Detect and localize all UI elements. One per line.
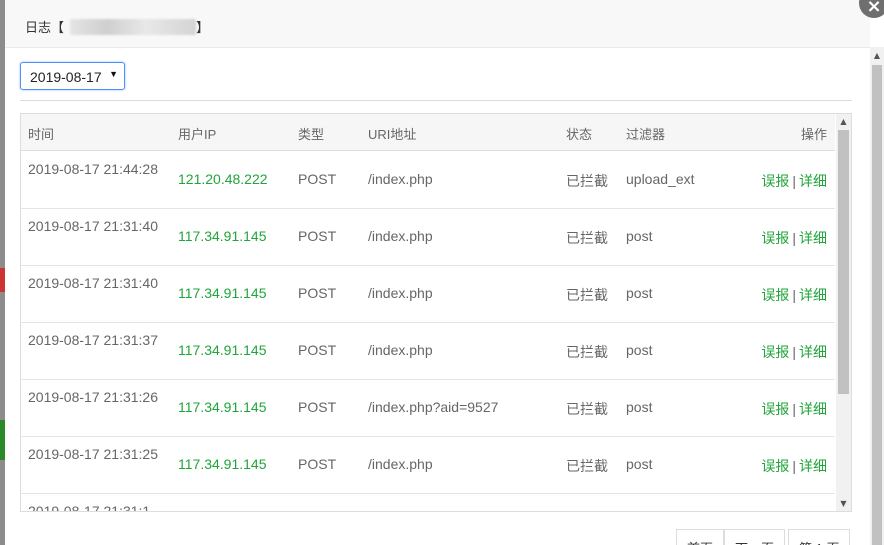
scrollbar-thumb[interactable] bbox=[838, 130, 849, 394]
detail-link[interactable]: 详细 bbox=[799, 344, 827, 360]
detail-link[interactable]: 详细 bbox=[799, 173, 827, 189]
caret-down-icon: ▼ bbox=[109, 69, 118, 79]
cell-status: 已拦截 bbox=[566, 401, 608, 417]
detail-link[interactable]: 详细 bbox=[799, 230, 827, 246]
cell-filter: post bbox=[626, 228, 653, 244]
cell-time: 2019-08-17 21:31:37 bbox=[28, 332, 158, 348]
cell-ip: 121.20.48.222 bbox=[178, 171, 268, 187]
report-false-positive-link[interactable]: 误报 bbox=[761, 344, 789, 360]
report-false-positive-link[interactable]: 误报 bbox=[761, 173, 789, 189]
cell-time: 2019-08-17 21:31:26 bbox=[28, 389, 158, 405]
cell-time: 2019-08-17 21:31:40 bbox=[28, 275, 158, 291]
header-type: 类型 bbox=[298, 127, 325, 142]
table-row: 2019-08-17 21:31:26 117.34.91.145 POST /… bbox=[21, 379, 835, 437]
cell-filter: upload_ext bbox=[626, 171, 695, 187]
cell-time: 2019-08-17 21:44:28 bbox=[28, 161, 158, 177]
cell-ops: 误报 | 详细 bbox=[761, 173, 827, 189]
report-false-positive-link[interactable]: 误报 bbox=[761, 458, 789, 474]
table-header: 时间 用户IP 类型 URI地址 状态 过滤器 操作 bbox=[21, 114, 835, 151]
cell-type: POST bbox=[298, 171, 337, 187]
cell-type: POST bbox=[298, 285, 337, 301]
cell-type: POST bbox=[298, 228, 337, 244]
header-filter: 过滤器 bbox=[626, 127, 666, 142]
cell-status: 已拦截 bbox=[566, 287, 608, 303]
cell-ip: 117.34.91.145 bbox=[178, 228, 267, 244]
table-row: 2019-08-17 21:31:37 117.34.91.145 POST /… bbox=[21, 322, 835, 380]
cell-uri: /index.php bbox=[368, 285, 433, 301]
cell-uri: /index.php bbox=[368, 228, 433, 244]
cell-time: 2019-08-17 21:31:1 bbox=[28, 503, 151, 512]
cell-type: POST bbox=[298, 456, 337, 472]
cell-ops: 误报 | 详细 bbox=[761, 344, 827, 360]
modal-title-end: 】 bbox=[196, 20, 210, 35]
log-table: 时间 用户IP 类型 URI地址 状态 过滤器 操作 2019-08-17 21… bbox=[20, 113, 852, 512]
cell-type: POST bbox=[298, 342, 337, 358]
report-false-positive-link[interactable]: 误报 bbox=[761, 401, 789, 417]
cell-ip: 117.34.91.145 bbox=[178, 399, 267, 415]
report-false-positive-link[interactable]: 误报 bbox=[761, 230, 789, 246]
modal-header: 日志【 】 bbox=[5, 0, 870, 48]
scrollbar-thumb[interactable] bbox=[872, 65, 882, 545]
cell-status: 已拦截 bbox=[566, 230, 608, 246]
table-row: 2019-08-17 21:44:28 121.20.48.222 POST /… bbox=[21, 151, 835, 209]
table-row: 2019-08-17 21:31:1 bbox=[21, 493, 835, 512]
cell-filter: post bbox=[626, 285, 653, 301]
cell-filter: post bbox=[626, 342, 653, 358]
cell-uri: /index.php bbox=[368, 342, 433, 358]
modal-title: 日志【 】 bbox=[25, 17, 209, 36]
cell-ops: 误报 | 详细 bbox=[761, 230, 827, 246]
divider bbox=[20, 100, 852, 101]
cell-time: 2019-08-17 21:31:40 bbox=[28, 218, 158, 234]
cell-ip: 117.34.91.145 bbox=[178, 285, 267, 301]
cell-uri: /index.php bbox=[368, 171, 433, 187]
cell-ops: 误报 | 详细 bbox=[761, 287, 827, 303]
cell-filter: post bbox=[626, 456, 653, 472]
detail-link[interactable]: 详细 bbox=[799, 401, 827, 417]
detail-link[interactable]: 详细 bbox=[799, 287, 827, 303]
modal-title-text: 日志【 bbox=[25, 20, 65, 35]
cell-uri: /index.php?aid=9527 bbox=[368, 399, 499, 415]
header-status: 状态 bbox=[566, 127, 593, 142]
scroll-down-icon[interactable]: ▼ bbox=[836, 496, 851, 511]
cell-ops: 误报 | 详细 bbox=[761, 458, 827, 474]
scroll-up-icon[interactable]: ▲ bbox=[870, 51, 884, 60]
log-modal: 日志【 】 2019-08-17 ▼ 时间 用户IP 类型 URI地址 状态 过滤… bbox=[5, 0, 870, 545]
modal-scrollbar[interactable]: ▲ bbox=[870, 47, 884, 545]
blurred-site-name bbox=[70, 19, 197, 35]
cell-status: 已拦截 bbox=[566, 458, 608, 474]
pager-next[interactable]: 下一页 bbox=[724, 529, 786, 545]
table-scrollbar[interactable]: ▲ ▼ bbox=[836, 114, 851, 511]
detail-link[interactable]: 详细 bbox=[799, 458, 827, 474]
cell-status: 已拦截 bbox=[566, 344, 608, 360]
table-row: 2019-08-17 21:31:25 117.34.91.145 POST /… bbox=[21, 436, 835, 494]
header-ip: 用户IP bbox=[178, 127, 217, 142]
cell-ops: 误报 | 详细 bbox=[761, 401, 827, 417]
table-row: 2019-08-17 21:31:40 117.34.91.145 POST /… bbox=[21, 265, 835, 323]
cell-ip: 117.34.91.145 bbox=[178, 342, 267, 358]
scroll-up-icon[interactable]: ▲ bbox=[836, 114, 851, 129]
report-false-positive-link[interactable]: 误报 bbox=[761, 287, 789, 303]
cell-uri: /index.php bbox=[368, 456, 433, 472]
pager-first[interactable]: 首页 bbox=[676, 529, 725, 545]
cell-time: 2019-08-17 21:31:25 bbox=[28, 446, 158, 462]
header-time: 时间 bbox=[28, 127, 55, 142]
cell-status: 已拦截 bbox=[566, 173, 608, 189]
date-select[interactable]: 2019-08-17 ▼ bbox=[20, 62, 125, 90]
pager-current: 第 1 页 bbox=[788, 529, 851, 545]
table-row: 2019-08-17 21:31:40 117.34.91.145 POST /… bbox=[21, 208, 835, 266]
cell-ip: 117.34.91.145 bbox=[178, 456, 267, 472]
cell-filter: post bbox=[626, 399, 653, 415]
date-select-value: 2019-08-17 bbox=[30, 69, 102, 85]
header-uri: URI地址 bbox=[368, 127, 417, 142]
cell-type: POST bbox=[298, 399, 337, 415]
header-ops: 操作 bbox=[800, 127, 827, 142]
